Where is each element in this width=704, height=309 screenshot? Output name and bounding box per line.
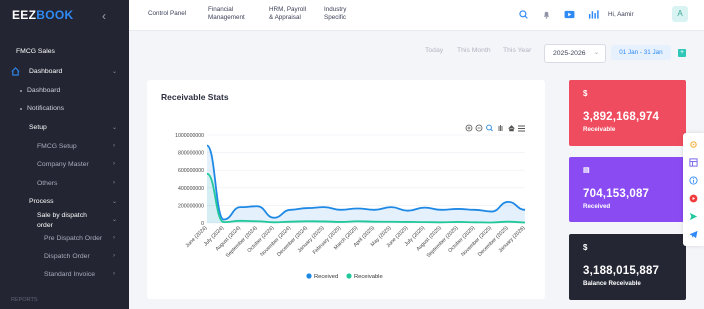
company-name: FMCG Sales <box>16 48 55 55</box>
nav-control-panel[interactable]: Control Panel <box>148 10 186 18</box>
youtube-icon[interactable] <box>689 194 698 203</box>
stat-label: Receivable <box>583 126 616 133</box>
receivable-chart: 1000000000 800000000 600000000 400000000 200… <box>175 124 527 280</box>
stat-value: 704,153,087 <box>583 188 650 200</box>
top-bar: Control Panel Financial Management HRM, … <box>129 0 704 31</box>
sidebar-item-dashboard-sub[interactable]: Dashboard <box>27 87 60 94</box>
chevron-right-icon: › <box>113 180 115 186</box>
sidebar-item-standard-invoice[interactable]: Standard Invoice <box>44 271 95 278</box>
chart-toolbar <box>465 124 525 132</box>
nav-industry-line1: Industry <box>324 6 347 13</box>
chevron-right-icon: › <box>113 253 115 259</box>
floating-toolbar <box>683 133 704 246</box>
info-icon[interactable] <box>689 176 698 185</box>
video-icon[interactable] <box>564 10 575 19</box>
receipt-icon: ▤ <box>583 167 590 174</box>
series-area-received <box>207 145 525 223</box>
bullet-icon <box>20 90 22 92</box>
stat-card-balance-receivable: $ 3,188,015,887 Balance Receivable <box>569 234 686 300</box>
sidebar-item-sale-by-dispatch[interactable]: Sale by dispatch <box>37 212 87 219</box>
sidebar-item-others[interactable]: Others <box>37 180 57 187</box>
chevron-down-icon: ⌄ <box>594 50 600 56</box>
filter-this-month[interactable]: This Month <box>457 47 491 54</box>
stat-label: Received <box>583 203 611 210</box>
stat-value: 3,188,015,887 <box>583 265 660 277</box>
filter-today[interactable]: Today <box>425 47 443 54</box>
sidebar: EEZBOOK ‹ FMCG Sales Dashboard ⌄ Dashboa… <box>0 0 129 309</box>
chevron-down-icon: ⌄ <box>112 199 118 205</box>
nav-financial-line1: Financial <box>208 6 234 13</box>
dollar-icon: $ <box>583 243 588 252</box>
bullet-icon <box>20 108 22 110</box>
zoom-select-icon[interactable] <box>486 124 492 131</box>
logo-text-eez: EEZ <box>12 8 37 22</box>
receivable-stats-card: Receivable Stats 1000000000 800000000 6000… <box>147 80 545 299</box>
date-range-button[interactable]: 01 Jan - 31 Jan <box>611 45 671 60</box>
legend-marker <box>306 273 312 279</box>
chevron-right-icon: › <box>113 235 115 241</box>
collapse-sidebar-icon[interactable]: ‹ <box>102 9 106 23</box>
sidebar-item-pre-dispatch[interactable]: Pre Dispatch Order <box>44 235 102 242</box>
add-button[interactable]: + <box>678 49 686 57</box>
home-icon[interactable] <box>508 125 515 132</box>
y-tick-label: 400000000 <box>178 186 204 192</box>
stat-card-received: ▤ 704,153,087 Received <box>569 157 686 222</box>
y-tick-label: 800000000 <box>178 151 204 157</box>
sidebar-item-setup[interactable]: Setup <box>29 124 47 131</box>
greeting-text: Hi, Aamir <box>608 11 634 18</box>
sidebar-item-fmcg-setup[interactable]: FMCG Setup <box>37 143 77 150</box>
app-logo[interactable]: EEZBOOK <box>12 8 73 22</box>
year-select-value: 2025-2026 <box>553 50 586 57</box>
y-tick-label: 1000000000 <box>175 133 204 139</box>
sidebar-item-dashboard[interactable]: Dashboard <box>29 68 62 75</box>
chevron-down-icon: ⌄ <box>112 217 118 223</box>
reports-section-label: REPORTS <box>11 297 38 303</box>
legend-label[interactable]: Received <box>314 274 338 280</box>
nav-industry-line2: Specific <box>324 14 347 21</box>
sidebar-item-dispatch-order[interactable]: Dispatch Order <box>44 253 90 260</box>
layout-icon[interactable] <box>689 158 698 167</box>
settings-icon[interactable] <box>689 140 698 149</box>
telegram-icon[interactable] <box>689 230 698 239</box>
y-tick-label: 200000000 <box>178 203 204 209</box>
stat-card-receivable: $ 3,892,168,974 Receivable <box>569 80 686 146</box>
year-select[interactable]: 2025-2026 ⌄ <box>544 44 606 63</box>
nav-hrm-line1: HRM, Payroll <box>269 6 307 13</box>
legend-label[interactable]: Receivable <box>354 274 383 280</box>
nav-financial-management[interactable]: Financial Management <box>208 6 245 22</box>
sidebar-item-sale-by-dispatch-line2: order <box>37 222 53 229</box>
filter-this-year[interactable]: This Year <box>503 47 531 54</box>
avatar[interactable]: A <box>672 6 688 22</box>
sidebar-item-company-master[interactable]: Company Master <box>37 161 89 168</box>
stat-value: 3,892,168,974 <box>583 111 660 123</box>
chevron-down-icon: ⌄ <box>112 69 118 75</box>
chart-bars-icon[interactable] <box>588 9 599 19</box>
bell-icon[interactable] <box>542 10 551 19</box>
search-icon[interactable] <box>519 10 528 19</box>
legend-marker <box>346 273 352 279</box>
chevron-right-icon: › <box>113 161 115 167</box>
nav-hrm-line2: & Appraisal <box>269 14 301 21</box>
pan-icon[interactable] <box>498 125 503 131</box>
nav-financial-line2: Management <box>208 14 245 21</box>
y-tick-label: 600000000 <box>178 168 204 174</box>
stat-label: Balance Receivable <box>583 280 641 287</box>
send-icon[interactable] <box>689 212 698 221</box>
nav-hrm-payroll[interactable]: HRM, Payroll & Appraisal <box>269 6 306 22</box>
sidebar-item-notifications[interactable]: Notifications <box>27 105 64 112</box>
nav-industry-specific[interactable]: Industry Specific <box>324 6 346 22</box>
chevron-right-icon: › <box>113 143 115 149</box>
chevron-down-icon: ⌄ <box>112 125 118 131</box>
sidebar-item-process[interactable]: Process <box>29 198 54 205</box>
logo-text-book: BOOK <box>36 8 74 22</box>
dollar-icon: $ <box>583 89 588 98</box>
chevron-right-icon: › <box>113 271 115 277</box>
menu-icon[interactable] <box>518 125 525 132</box>
home-icon <box>11 67 20 76</box>
